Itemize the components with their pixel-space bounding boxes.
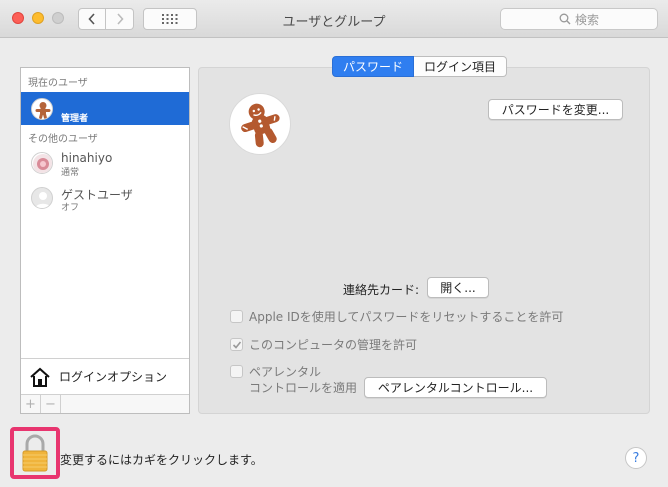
user-row-guest[interactable]: ゲストユーザ オフ <box>21 181 189 214</box>
gingerbread-avatar <box>31 98 53 120</box>
allow-admin-checkbox[interactable] <box>230 338 243 351</box>
login-options-label: ログインオプション <box>59 370 168 384</box>
user-role: オフ <box>61 203 80 213</box>
allow-apple-id-reset-checkbox[interactable] <box>230 310 243 323</box>
house-icon <box>30 367 50 387</box>
current-users-header: 現在のユーザ <box>28 78 88 89</box>
current-user-role: 管理者 <box>61 114 89 124</box>
login-options-item[interactable]: ログインオプション <box>21 358 189 394</box>
title-bar: ユーザとグループ 検索 <box>0 0 668 38</box>
user-picture[interactable] <box>229 93 291 155</box>
user-list: 現在のユーザ 管理者 その他のユーザ hinahiyo 通常 ゲストユーザ オフ… <box>20 67 190 414</box>
parental-controls-checkbox[interactable] <box>230 365 243 378</box>
parental-controls-option[interactable]: ペアレンタル コントロールを適用 <box>230 364 357 396</box>
user-name: hinahiyo <box>61 151 113 165</box>
parental-label-line1: ペアレンタル <box>249 365 322 379</box>
lock-button[interactable] <box>10 427 60 479</box>
tab-login-items[interactable]: ログイン項目 <box>414 56 508 77</box>
current-user-name-redacted <box>61 97 65 111</box>
tab-password[interactable]: パスワード <box>332 56 415 77</box>
search-placeholder: 検索 <box>574 12 599 27</box>
user-role: 通常 <box>61 168 80 178</box>
contact-card-label: 連絡先カード: <box>343 283 420 297</box>
guest-user-icon <box>31 187 53 209</box>
open-contact-card-button[interactable]: 開く... <box>427 277 489 298</box>
checkmark-icon <box>232 340 241 349</box>
help-button[interactable]: ? <box>625 447 647 469</box>
gingerbread-icon <box>241 103 280 148</box>
tab-bar: パスワード ログイン項目 <box>332 56 508 77</box>
add-user-button[interactable]: + <box>21 395 41 413</box>
parental-controls-button[interactable]: ペアレンタルコントロール... <box>364 377 547 398</box>
allow-apple-id-reset-label: Apple IDを使用してパスワードをリセットすることを許可 <box>249 310 564 324</box>
change-password-button[interactable]: パスワードを変更... <box>488 99 623 120</box>
flower-avatar <box>31 152 53 174</box>
lock-hint-text: 変更するにはカギをクリックします。 <box>60 453 263 467</box>
search-field[interactable]: 検索 <box>500 8 658 30</box>
remove-user-button[interactable]: − <box>41 395 61 413</box>
search-icon <box>559 13 571 25</box>
allow-admin-option[interactable]: このコンピュータの管理を許可 <box>230 336 417 353</box>
current-user-row[interactable]: 管理者 <box>21 92 189 125</box>
lock-icon <box>22 434 48 472</box>
parental-controls-text: ペアレンタル コントロールを適用 <box>249 364 357 396</box>
add-remove-bar: + − <box>21 394 189 413</box>
allow-admin-label: このコンピュータの管理を許可 <box>249 338 418 352</box>
allow-apple-id-reset-option[interactable]: Apple IDを使用してパスワードをリセットすることを許可 <box>230 308 563 325</box>
user-row-hinahiyo[interactable]: hinahiyo 通常 <box>21 146 189 179</box>
other-users-header: その他のユーザ <box>28 134 98 145</box>
parental-label-line2: コントロールを適用 <box>249 381 358 395</box>
